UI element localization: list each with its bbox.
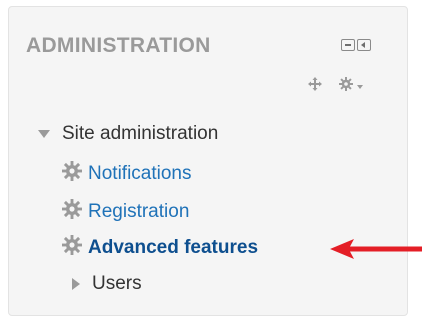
move-icon[interactable] <box>308 77 322 96</box>
gear-icon <box>62 161 82 187</box>
tree-item-label: Site administration <box>62 123 219 144</box>
block-title: ADMINISTRATION <box>26 34 211 57</box>
tree-item-label[interactable]: Registration <box>88 201 189 223</box>
tree-item-notifications[interactable]: Notifications <box>62 161 192 187</box>
tree-item-label: Users <box>92 273 142 294</box>
tree-item-registration[interactable]: Registration <box>62 199 189 225</box>
tree-item-users[interactable]: Users <box>72 273 142 295</box>
tree-item-label[interactable]: Advanced features <box>88 237 258 259</box>
block-controls <box>341 39 371 51</box>
tree-item-label[interactable]: Notifications <box>88 163 192 185</box>
gear-icon <box>62 199 82 225</box>
dock-block-icon[interactable] <box>357 39 371 51</box>
collapse-block-icon[interactable] <box>341 39 355 51</box>
collapsed-triangle-icon <box>72 278 80 290</box>
block-actions-menu[interactable] <box>339 77 363 96</box>
red-arrow-icon <box>330 238 422 265</box>
gear-icon <box>62 235 82 261</box>
chevron-down-icon <box>357 84 363 89</box>
expanded-triangle-icon <box>38 130 50 138</box>
gear-icon <box>339 77 353 96</box>
tree-item-site-administration[interactable]: Site administration <box>38 123 218 145</box>
tree-item-advanced-features[interactable]: Advanced features <box>62 235 258 261</box>
